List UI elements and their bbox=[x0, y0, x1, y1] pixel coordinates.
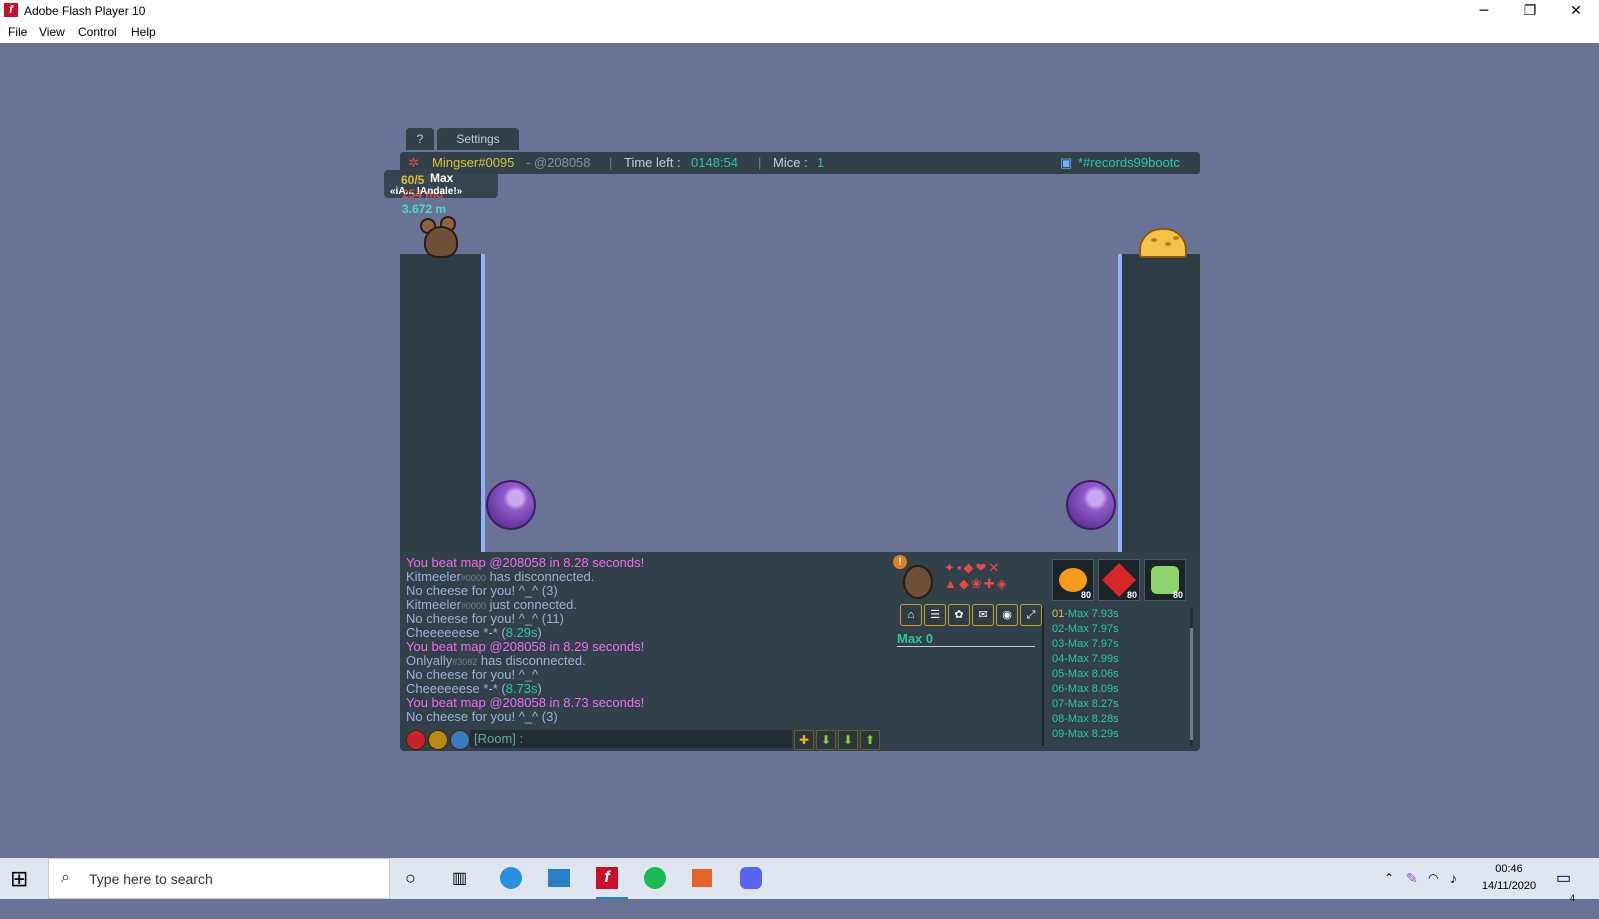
task-view-icon[interactable]: ▥ bbox=[452, 858, 476, 899]
score-underline bbox=[897, 646, 1035, 647]
badge-pumpkin[interactable]: 80 bbox=[1052, 559, 1094, 601]
chat-line: Cheeeeeese *-* (8.29s) bbox=[406, 625, 542, 640]
search-icon: ⌕ bbox=[61, 869, 70, 886]
shop-icon[interactable]: ✿ bbox=[948, 604, 970, 626]
spotify-icon[interactable] bbox=[644, 858, 676, 899]
mouse-player-sprite bbox=[418, 214, 458, 258]
close-button[interactable]: ✕ bbox=[1553, 0, 1599, 22]
player-name[interactable]: Mingser#0095 bbox=[432, 155, 514, 170]
flash-player-icon[interactable]: f bbox=[596, 858, 628, 899]
home-icon[interactable]: ⌂ bbox=[900, 604, 922, 626]
record-row: 07-Max 8.27s bbox=[1052, 698, 1119, 710]
restore-button[interactable]: ❐ bbox=[1507, 0, 1553, 22]
record-row: 09-Max 8.29s bbox=[1052, 728, 1119, 740]
volume-icon[interactable]: ♪ bbox=[1450, 858, 1466, 899]
time-value: 0148:54 bbox=[691, 155, 738, 170]
clock-date[interactable]: 14/11/2020 bbox=[1474, 880, 1544, 892]
clock-time[interactable]: 00:46 bbox=[1474, 863, 1544, 875]
window-title: Adobe Flash Player 10 bbox=[24, 4, 146, 18]
left-wall-edge bbox=[481, 254, 485, 552]
records-scroll-thumb[interactable] bbox=[1190, 628, 1193, 740]
time-label: Time left : bbox=[624, 155, 681, 170]
right-platform bbox=[1118, 254, 1200, 552]
chat-line: Kitmeeler#0000 just connected. bbox=[406, 597, 578, 612]
mice-count: 1 bbox=[817, 155, 825, 170]
player-label: Max bbox=[430, 171, 454, 185]
notification-icon[interactable]: ▭ 4 bbox=[1556, 858, 1586, 903]
menu-view[interactable]: View bbox=[39, 25, 65, 39]
tribe-channel-button[interactable] bbox=[428, 730, 448, 750]
plus-button[interactable]: ✚ bbox=[794, 730, 814, 750]
heart-channel-button[interactable] bbox=[406, 730, 426, 750]
chat-line: You beat map @208058 in 8.28 seconds! bbox=[406, 555, 645, 570]
purple-ball-right bbox=[1066, 480, 1116, 530]
title-tag: «iA... !Andale!» bbox=[390, 186, 463, 197]
avatar[interactable]: ! bbox=[893, 555, 937, 599]
player-icon: ✲ bbox=[408, 155, 419, 170]
hud-bar: ✲ Mingser#0095 - @208058 | Time left : 0… bbox=[400, 152, 1200, 174]
office-icon[interactable] bbox=[692, 858, 724, 899]
chat-line: No cheese for you! ^_^ bbox=[406, 667, 539, 682]
discord-icon[interactable]: ◉ bbox=[996, 604, 1018, 626]
panel-divider bbox=[1042, 608, 1044, 746]
score-label: Max 0 bbox=[897, 631, 934, 646]
record-row: 08-Max 8.28s bbox=[1052, 713, 1119, 725]
pumpkin-icon bbox=[1059, 568, 1087, 592]
room-icon: ▣ bbox=[1060, 155, 1073, 170]
edge-icon[interactable] bbox=[500, 858, 532, 899]
record-row: 05-Max 8.06s bbox=[1052, 668, 1119, 680]
fullscreen-icon[interactable]: ⤢ bbox=[1020, 604, 1042, 626]
chevron-up-icon[interactable]: ⌃ bbox=[1384, 858, 1400, 899]
chat-input[interactable]: [Room] : bbox=[470, 730, 792, 748]
discord-app-icon[interactable] bbox=[740, 858, 772, 899]
windows-start-icon[interactable]: ⊞ bbox=[10, 858, 38, 899]
menu-help[interactable]: Help bbox=[131, 25, 156, 39]
room-channel-button[interactable] bbox=[450, 730, 470, 750]
arrow-down-2-button[interactable]: ⬇ bbox=[838, 730, 858, 750]
search-placeholder: Type here to search bbox=[89, 871, 213, 887]
cheese-counter: 60/5 bbox=[401, 173, 425, 187]
arrow-down-button[interactable]: ⬇ bbox=[816, 730, 836, 750]
record-row: 03-Max 7.97s bbox=[1052, 638, 1119, 650]
right-wall-edge bbox=[1118, 254, 1122, 552]
chat-line: No cheese for you! ^_^ (3) bbox=[406, 709, 558, 724]
arrow-up-button[interactable]: ⬆ bbox=[860, 730, 880, 750]
pen-icon[interactable]: ✎ bbox=[1406, 858, 1422, 899]
mice-label: Mice : bbox=[773, 155, 808, 170]
badge-butterfly[interactable]: 80 bbox=[1098, 559, 1140, 601]
search-box[interactable]: ⌕ Type here to search bbox=[48, 858, 390, 899]
chat-line: You beat map @208058 in 8.29 seconds! bbox=[406, 639, 645, 654]
room-name[interactable]: *#records99bootc bbox=[1078, 155, 1180, 170]
list-icon[interactable]: ☰ bbox=[924, 604, 946, 626]
cortana-icon[interactable]: ○ bbox=[405, 858, 429, 899]
map-code[interactable]: - @208058 bbox=[526, 155, 591, 170]
record-row: 04-Max 7.99s bbox=[1052, 653, 1119, 665]
alert-icon[interactable]: ! bbox=[893, 555, 907, 569]
chat-line: Cheeeeeese *-* (8.73s) bbox=[406, 681, 542, 696]
explorer-icon[interactable] bbox=[548, 858, 580, 899]
chat-line: No cheese for you! ^_^ (3) bbox=[406, 583, 558, 598]
menu-file[interactable]: File bbox=[8, 25, 27, 39]
wifi-icon[interactable]: ◠ bbox=[1428, 858, 1444, 899]
record-row: 02-Max 7.97s bbox=[1052, 623, 1119, 635]
help-tab[interactable]: ? bbox=[406, 128, 434, 150]
badge-clover[interactable]: 80 bbox=[1144, 559, 1186, 601]
minimize-button[interactable]: ─ bbox=[1461, 0, 1507, 22]
inventory-items[interactable]: ✦▪◆❤✕ ▲◆❀✚◈ bbox=[944, 560, 1044, 592]
chat-line: Onlyally#3082 has disconnected. bbox=[406, 653, 586, 668]
flash-app-icon: f bbox=[4, 3, 18, 17]
record-row: 06-Max 8.09s bbox=[1052, 683, 1119, 695]
chat-line: No cheese for you! ^_^ (11) bbox=[406, 611, 564, 626]
menu-control[interactable]: Control bbox=[78, 25, 117, 39]
window-titlebar: f Adobe Flash Player 10 ─ ❐ ✕ bbox=[0, 0, 1599, 22]
chat-line: You beat map @208058 in 8.73 seconds! bbox=[406, 695, 645, 710]
taskbar: ⊞ ⌕ Type here to search ○ ▥ f ⌃ ✎ ◠ ♪ 00… bbox=[0, 858, 1599, 903]
settings-tab[interactable]: Settings bbox=[437, 128, 519, 150]
menu-bar: File View Control Help bbox=[0, 22, 1599, 44]
purple-ball-left bbox=[486, 480, 536, 530]
record-row: 01-Max 7.93s bbox=[1052, 608, 1119, 620]
chat-line: Kitmeeler#0000 has disconnected. bbox=[406, 569, 595, 584]
chat-icon[interactable]: ✉ bbox=[972, 604, 994, 626]
left-platform bbox=[400, 254, 482, 552]
